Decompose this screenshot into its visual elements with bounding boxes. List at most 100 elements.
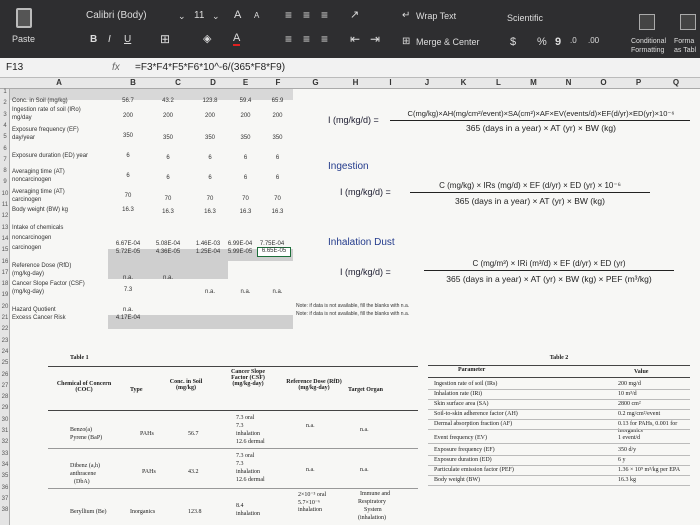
cell[interactable]: 1.25E-04 bbox=[192, 249, 224, 255]
cell[interactable]: n.a. bbox=[108, 275, 148, 281]
row-header[interactable]: 7 bbox=[0, 157, 10, 163]
row-header[interactable]: 26 bbox=[0, 372, 10, 378]
conditional-formatting-button[interactable]: Conditional Formatting bbox=[625, 14, 671, 54]
cell[interactable]: n.a. bbox=[228, 289, 263, 295]
column-header[interactable]: G bbox=[293, 78, 338, 87]
row-label[interactable]: Hazard Quotient bbox=[12, 307, 56, 313]
row-header[interactable]: 24 bbox=[0, 349, 10, 355]
cell[interactable]: n.a. bbox=[190, 289, 230, 295]
row-header[interactable]: 31 bbox=[0, 428, 10, 434]
merge-center-button[interactable]: ⊞ Merge & Center bbox=[402, 36, 494, 50]
paste-button[interactable]: Paste bbox=[8, 6, 40, 44]
row-header[interactable]: 10 bbox=[0, 191, 10, 197]
cell[interactable]: 70 bbox=[148, 196, 188, 202]
cell[interactable]: 4.17E-04 bbox=[108, 315, 148, 321]
align-right-icon[interactable]: ≡ bbox=[321, 32, 328, 46]
cell[interactable]: 350 bbox=[148, 135, 188, 141]
row-label[interactable]: Reference Dose (RfD) bbox=[12, 263, 71, 269]
cell[interactable]: 200 bbox=[108, 113, 148, 119]
row-label[interactable]: mg/day bbox=[12, 115, 32, 121]
percent-button[interactable]: % bbox=[537, 36, 547, 48]
row-header[interactable]: 25 bbox=[0, 360, 10, 366]
cell[interactable]: n.a. bbox=[108, 307, 148, 313]
cell[interactable]: 6 bbox=[228, 155, 263, 161]
row-header[interactable]: 6 bbox=[0, 146, 10, 152]
cell[interactable]: 350 bbox=[260, 135, 295, 141]
column-header[interactable]: O bbox=[586, 78, 621, 87]
cell[interactable]: 16.3 bbox=[190, 209, 230, 215]
row-header[interactable]: 21 bbox=[0, 315, 10, 321]
align-middle-icon[interactable]: ≡ bbox=[303, 8, 310, 22]
name-box[interactable]: F13 bbox=[6, 62, 23, 73]
column-header[interactable]: B bbox=[108, 78, 158, 87]
row-label[interactable]: carcinogen bbox=[12, 197, 41, 203]
currency-button[interactable]: $ bbox=[510, 36, 516, 48]
cell[interactable]: 70 bbox=[190, 196, 230, 202]
worksheet-grid[interactable]: Conc. in Soil (mg/kg) Ingestion rate of … bbox=[10, 89, 700, 525]
row-header[interactable]: 22 bbox=[0, 326, 10, 332]
cell[interactable]: n.a. bbox=[148, 275, 188, 281]
borders-icon[interactable]: ⊞ bbox=[160, 32, 170, 46]
column-header[interactable]: K bbox=[446, 78, 481, 87]
column-header[interactable]: J bbox=[408, 78, 446, 87]
font-color-icon[interactable]: A bbox=[233, 32, 241, 46]
row-label[interactable]: Exposure duration (ED) year bbox=[12, 153, 88, 159]
italic-button[interactable]: I bbox=[108, 34, 111, 45]
row-label[interactable]: Body weight (BW) kg bbox=[12, 207, 68, 213]
cell[interactable]: 350 bbox=[108, 133, 148, 139]
cell[interactable]: 56.7 bbox=[108, 98, 148, 104]
row-label[interactable]: noncarcinogen bbox=[12, 235, 51, 241]
cell[interactable]: 16.3 bbox=[148, 209, 188, 215]
fill-color-icon[interactable]: ◈ bbox=[203, 32, 211, 45]
shrink-font-button[interactable]: A bbox=[254, 11, 259, 20]
row-label[interactable]: Exposure frequency (EF) bbox=[12, 127, 79, 133]
cell[interactable]: 200 bbox=[148, 113, 188, 119]
row-header[interactable]: 33 bbox=[0, 451, 10, 457]
underline-button[interactable]: U bbox=[124, 34, 131, 45]
row-header[interactable]: 20 bbox=[0, 304, 10, 310]
row-header[interactable]: 34 bbox=[0, 462, 10, 468]
cell[interactable]: 4.36E-05 bbox=[148, 249, 188, 255]
column-header[interactable]: A bbox=[10, 78, 108, 87]
cell[interactable]: 123.8 bbox=[190, 98, 230, 104]
row-label[interactable]: (mg/kg-day) bbox=[12, 271, 44, 277]
row-header[interactable]: 14 bbox=[0, 236, 10, 242]
cell[interactable]: 70 bbox=[108, 193, 148, 199]
row-header[interactable]: 2 bbox=[0, 100, 10, 106]
fx-icon[interactable]: fx bbox=[112, 62, 120, 73]
row-label[interactable]: carcinogen bbox=[12, 245, 41, 251]
column-header[interactable]: M bbox=[516, 78, 551, 87]
bold-button[interactable]: B bbox=[90, 34, 97, 45]
row-header[interactable]: 32 bbox=[0, 439, 10, 445]
row-label[interactable]: Conc. in Soil (mg/kg) bbox=[12, 98, 68, 104]
row-header[interactable]: 15 bbox=[0, 247, 10, 253]
decrease-decimal-icon[interactable]: .00 bbox=[588, 36, 599, 45]
row-header[interactable]: 37 bbox=[0, 496, 10, 502]
row-label[interactable]: Cancer Slope Factor (CSF) bbox=[12, 281, 85, 287]
selected-cell[interactable]: 6.65E-05 bbox=[257, 247, 291, 257]
cell[interactable]: 6.99E-04 bbox=[224, 241, 256, 247]
cell[interactable]: 16.3 bbox=[108, 207, 148, 213]
number-format-select[interactable]: Scientific bbox=[505, 12, 597, 26]
align-left-icon[interactable]: ≡ bbox=[285, 32, 292, 46]
cell[interactable]: 5.08E-04 bbox=[148, 241, 188, 247]
row-header[interactable]: 11 bbox=[0, 202, 10, 208]
row-header[interactable]: 4 bbox=[0, 123, 10, 129]
wrap-text-button[interactable]: ↵ Wrap Text bbox=[402, 10, 482, 24]
row-header[interactable]: 9 bbox=[0, 179, 10, 185]
row-header[interactable]: 29 bbox=[0, 405, 10, 411]
row-header[interactable]: 35 bbox=[0, 473, 10, 479]
format-as-table-button[interactable]: Forma as Tabl bbox=[674, 14, 700, 54]
row-header[interactable]: 1 bbox=[0, 89, 10, 95]
cell[interactable]: 200 bbox=[228, 113, 263, 119]
cell[interactable]: 7.3 bbox=[108, 287, 148, 293]
column-header[interactable]: I bbox=[373, 78, 408, 87]
indent-increase-icon[interactable]: ⇥ bbox=[370, 32, 380, 46]
column-header[interactable]: Q bbox=[656, 78, 696, 87]
cell[interactable]: 70 bbox=[260, 196, 295, 202]
font-size-select[interactable]: 11 ⌄ bbox=[192, 9, 222, 23]
column-header[interactable]: F bbox=[263, 78, 293, 87]
cell[interactable]: 5.99E-05 bbox=[224, 249, 256, 255]
row-header[interactable]: 17 bbox=[0, 270, 10, 276]
row-header[interactable]: 13 bbox=[0, 225, 10, 231]
